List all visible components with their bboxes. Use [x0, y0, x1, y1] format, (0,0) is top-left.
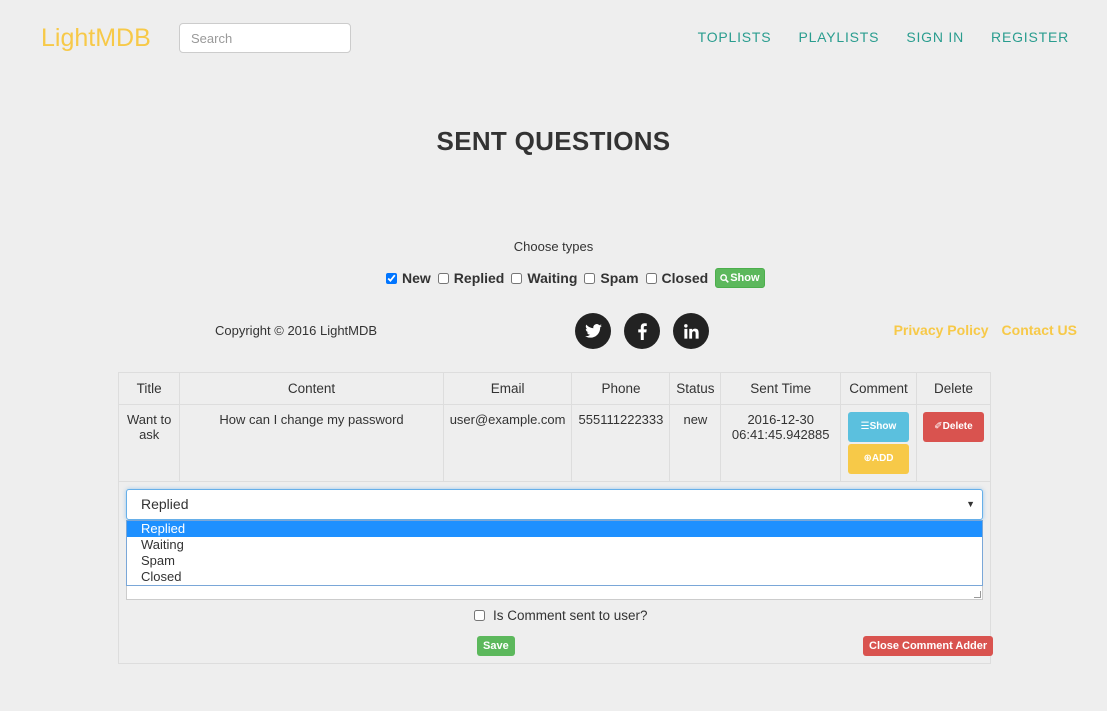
type-waiting[interactable]: Waiting	[509, 270, 577, 286]
option-spam[interactable]: Spam	[127, 553, 982, 569]
status-dropdown-list: Replied Waiting Spam Closed	[126, 520, 983, 586]
cell-phone: 555111222333	[571, 404, 671, 482]
choose-types-label: Choose types	[513, 239, 594, 254]
type-spam-checkbox[interactable]	[584, 272, 596, 284]
eraser-icon: ✐	[934, 421, 943, 432]
close-comment-adder-button[interactable]: Close Comment Adder	[863, 636, 994, 656]
facebook-icon[interactable]	[624, 313, 660, 349]
contact-us-link[interactable]: Contact US	[1002, 322, 1077, 338]
nav-sign-in[interactable]: SIGN IN	[906, 29, 964, 45]
plus-circle-icon: ⊕	[863, 453, 872, 464]
cell-delete: ✐Delete	[915, 404, 992, 482]
cell-status: new	[669, 404, 722, 482]
comment-sent-option: Is Comment sent to user?	[473, 608, 648, 623]
type-filters: New Replied Waiting Spam Closed Show	[384, 268, 765, 288]
header-phone: Phone	[571, 372, 671, 405]
cell-content: How can I change my password	[179, 404, 444, 482]
brand-logo[interactable]: LightMDB	[41, 24, 151, 53]
page-title: SENT QUESTIONS	[436, 126, 671, 156]
linkedin-icon[interactable]	[673, 313, 709, 349]
table-header-row: Title Content Email Phone Status Sent Ti…	[117, 372, 992, 405]
footer-links: Privacy Policy Contact US	[894, 322, 1077, 338]
show-types-button[interactable]: Show	[715, 268, 765, 288]
option-closed[interactable]: Closed	[127, 569, 982, 585]
header-title: Title	[117, 372, 181, 405]
privacy-policy-link[interactable]: Privacy Policy	[894, 322, 989, 338]
search-icon	[720, 273, 730, 283]
cell-title: Want to ask	[117, 404, 181, 482]
type-new-checkbox[interactable]	[386, 272, 397, 284]
cell-email: user@example.com	[442, 404, 573, 482]
header-email: Email	[442, 372, 573, 405]
nav-register[interactable]: REGISTER	[991, 29, 1069, 45]
nav-playlists[interactable]: PLAYLISTS	[798, 29, 879, 45]
save-button[interactable]: Save	[477, 636, 515, 656]
header-comment: Comment	[840, 372, 917, 405]
option-waiting[interactable]: Waiting	[127, 537, 982, 553]
type-replied-checkbox[interactable]	[437, 272, 449, 284]
cell-sent-time: 2016-12-30 06:41:45.942885	[720, 404, 842, 482]
search-input[interactable]	[179, 23, 351, 53]
comment-sent-checkbox[interactable]	[474, 610, 485, 621]
comment-textarea[interactable]	[126, 586, 983, 600]
type-spam[interactable]: Spam	[582, 270, 639, 286]
header-delete: Delete	[915, 372, 992, 405]
status-select[interactable]: Replied ▼	[126, 489, 983, 520]
copyright: Copyright © 2016 LightMDB	[215, 323, 378, 338]
list-icon: ☰	[860, 421, 870, 432]
type-closed[interactable]: Closed	[644, 270, 708, 286]
header-content: Content	[179, 372, 444, 405]
type-new[interactable]: New	[384, 270, 431, 286]
nav-toplists[interactable]: TOPLISTS	[698, 29, 772, 45]
twitter-icon[interactable]	[575, 313, 611, 349]
header-sent-time: Sent Time	[720, 372, 842, 405]
cell-comment: ☰Show ⊕ADD	[840, 404, 917, 482]
type-waiting-checkbox[interactable]	[511, 272, 523, 284]
type-replied[interactable]: Replied	[436, 270, 504, 286]
table-row: Want to ask How can I change my password…	[117, 404, 992, 482]
delete-button[interactable]: ✐Delete	[922, 412, 984, 442]
main-nav: TOPLISTS PLAYLISTS SIGN IN REGISTER	[698, 29, 1069, 45]
header-status: Status	[669, 372, 722, 405]
social-links	[575, 313, 709, 349]
type-closed-checkbox[interactable]	[645, 272, 657, 284]
caret-down-icon: ▼	[966, 499, 975, 509]
comment-add-button[interactable]: ⊕ADD	[847, 444, 909, 474]
comment-show-button[interactable]: ☰Show	[847, 412, 909, 442]
option-replied[interactable]: Replied	[127, 521, 982, 537]
questions-table: Title Content Email Phone Status Sent Ti…	[117, 372, 992, 482]
